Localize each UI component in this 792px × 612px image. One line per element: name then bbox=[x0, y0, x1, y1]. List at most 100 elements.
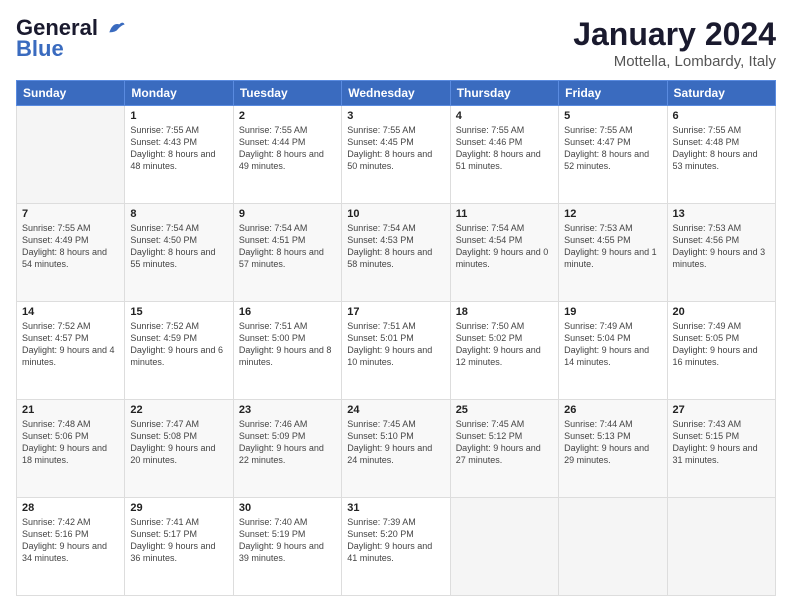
day-number: 31 bbox=[347, 502, 444, 514]
sunset-text: Sunset: 4:49 PM bbox=[22, 235, 89, 245]
daylight-text: Daylight: 9 hours and 4 minutes. bbox=[22, 345, 115, 367]
day-info: Sunrise: 7:54 AM Sunset: 4:50 PM Dayligh… bbox=[130, 222, 227, 271]
sunset-text: Sunset: 4:54 PM bbox=[456, 235, 523, 245]
day-number: 4 bbox=[456, 110, 553, 122]
calendar-header-tuesday: Tuesday bbox=[233, 81, 341, 106]
calendar-cell: 20 Sunrise: 7:49 AM Sunset: 5:05 PM Dayl… bbox=[667, 302, 775, 400]
daylight-text: Daylight: 8 hours and 58 minutes. bbox=[347, 247, 432, 269]
day-info: Sunrise: 7:54 AM Sunset: 4:54 PM Dayligh… bbox=[456, 222, 553, 271]
day-number: 13 bbox=[673, 208, 770, 220]
day-info: Sunrise: 7:46 AM Sunset: 5:09 PM Dayligh… bbox=[239, 418, 336, 467]
daylight-text: Daylight: 9 hours and 22 minutes. bbox=[239, 443, 324, 465]
calendar-cell: 23 Sunrise: 7:46 AM Sunset: 5:09 PM Dayl… bbox=[233, 400, 341, 498]
calendar-cell: 3 Sunrise: 7:55 AM Sunset: 4:45 PM Dayli… bbox=[342, 106, 450, 204]
day-info: Sunrise: 7:54 AM Sunset: 4:51 PM Dayligh… bbox=[239, 222, 336, 271]
daylight-text: Daylight: 9 hours and 24 minutes. bbox=[347, 443, 432, 465]
day-info: Sunrise: 7:55 AM Sunset: 4:43 PM Dayligh… bbox=[130, 124, 227, 173]
day-info: Sunrise: 7:49 AM Sunset: 5:05 PM Dayligh… bbox=[673, 320, 770, 369]
sunset-text: Sunset: 5:06 PM bbox=[22, 431, 89, 441]
calendar-cell: 24 Sunrise: 7:45 AM Sunset: 5:10 PM Dayl… bbox=[342, 400, 450, 498]
day-number: 26 bbox=[564, 404, 661, 416]
day-number: 30 bbox=[239, 502, 336, 514]
sunset-text: Sunset: 5:17 PM bbox=[130, 529, 197, 539]
sunrise-text: Sunrise: 7:42 AM bbox=[22, 517, 91, 527]
day-number: 17 bbox=[347, 306, 444, 318]
sunset-text: Sunset: 4:45 PM bbox=[347, 137, 414, 147]
logo: General Blue bbox=[16, 16, 126, 62]
day-number: 28 bbox=[22, 502, 119, 514]
day-number: 8 bbox=[130, 208, 227, 220]
calendar-table: SundayMondayTuesdayWednesdayThursdayFrid… bbox=[16, 80, 776, 596]
sunrise-text: Sunrise: 7:55 AM bbox=[130, 125, 199, 135]
calendar-cell: 17 Sunrise: 7:51 AM Sunset: 5:01 PM Dayl… bbox=[342, 302, 450, 400]
calendar-cell: 18 Sunrise: 7:50 AM Sunset: 5:02 PM Dayl… bbox=[450, 302, 558, 400]
day-number: 9 bbox=[239, 208, 336, 220]
calendar-week-row: 28 Sunrise: 7:42 AM Sunset: 5:16 PM Dayl… bbox=[17, 498, 776, 596]
calendar-header-saturday: Saturday bbox=[667, 81, 775, 106]
calendar-cell: 1 Sunrise: 7:55 AM Sunset: 4:43 PM Dayli… bbox=[125, 106, 233, 204]
day-info: Sunrise: 7:48 AM Sunset: 5:06 PM Dayligh… bbox=[22, 418, 119, 467]
daylight-text: Daylight: 9 hours and 20 minutes. bbox=[130, 443, 215, 465]
sunrise-text: Sunrise: 7:55 AM bbox=[673, 125, 742, 135]
sunset-text: Sunset: 4:48 PM bbox=[673, 137, 740, 147]
calendar-cell: 12 Sunrise: 7:53 AM Sunset: 4:55 PM Dayl… bbox=[559, 204, 667, 302]
page: General Blue January 2024 Mottella, Lomb… bbox=[0, 0, 792, 612]
sunrise-text: Sunrise: 7:45 AM bbox=[456, 419, 525, 429]
sunrise-text: Sunrise: 7:54 AM bbox=[456, 223, 525, 233]
daylight-text: Daylight: 9 hours and 18 minutes. bbox=[22, 443, 107, 465]
daylight-text: Daylight: 9 hours and 34 minutes. bbox=[22, 541, 107, 563]
daylight-text: Daylight: 8 hours and 55 minutes. bbox=[130, 247, 215, 269]
calendar-week-row: 1 Sunrise: 7:55 AM Sunset: 4:43 PM Dayli… bbox=[17, 106, 776, 204]
sunrise-text: Sunrise: 7:55 AM bbox=[22, 223, 91, 233]
daylight-text: Daylight: 9 hours and 41 minutes. bbox=[347, 541, 432, 563]
daylight-text: Daylight: 9 hours and 8 minutes. bbox=[239, 345, 332, 367]
day-info: Sunrise: 7:42 AM Sunset: 5:16 PM Dayligh… bbox=[22, 516, 119, 565]
day-number: 18 bbox=[456, 306, 553, 318]
calendar-header-thursday: Thursday bbox=[450, 81, 558, 106]
daylight-text: Daylight: 9 hours and 1 minute. bbox=[564, 247, 657, 269]
day-number: 22 bbox=[130, 404, 227, 416]
calendar-cell: 25 Sunrise: 7:45 AM Sunset: 5:12 PM Dayl… bbox=[450, 400, 558, 498]
day-number: 24 bbox=[347, 404, 444, 416]
daylight-text: Daylight: 9 hours and 29 minutes. bbox=[564, 443, 649, 465]
calendar-cell: 4 Sunrise: 7:55 AM Sunset: 4:46 PM Dayli… bbox=[450, 106, 558, 204]
sunset-text: Sunset: 5:20 PM bbox=[347, 529, 414, 539]
sunrise-text: Sunrise: 7:41 AM bbox=[130, 517, 199, 527]
sunset-text: Sunset: 5:02 PM bbox=[456, 333, 523, 343]
day-number: 15 bbox=[130, 306, 227, 318]
sunset-text: Sunset: 5:09 PM bbox=[239, 431, 306, 441]
sunrise-text: Sunrise: 7:53 AM bbox=[564, 223, 633, 233]
sunrise-text: Sunrise: 7:49 AM bbox=[564, 321, 633, 331]
calendar-cell: 29 Sunrise: 7:41 AM Sunset: 5:17 PM Dayl… bbox=[125, 498, 233, 596]
daylight-text: Daylight: 8 hours and 54 minutes. bbox=[22, 247, 107, 269]
day-info: Sunrise: 7:55 AM Sunset: 4:49 PM Dayligh… bbox=[22, 222, 119, 271]
header: General Blue January 2024 Mottella, Lomb… bbox=[16, 16, 776, 70]
calendar-cell: 9 Sunrise: 7:54 AM Sunset: 4:51 PM Dayli… bbox=[233, 204, 341, 302]
sunset-text: Sunset: 4:47 PM bbox=[564, 137, 631, 147]
logo-bird-icon bbox=[106, 19, 126, 39]
day-info: Sunrise: 7:53 AM Sunset: 4:56 PM Dayligh… bbox=[673, 222, 770, 271]
sunrise-text: Sunrise: 7:45 AM bbox=[347, 419, 416, 429]
calendar-header-monday: Monday bbox=[125, 81, 233, 106]
sunrise-text: Sunrise: 7:48 AM bbox=[22, 419, 91, 429]
day-number: 11 bbox=[456, 208, 553, 220]
day-number: 20 bbox=[673, 306, 770, 318]
calendar-header-wednesday: Wednesday bbox=[342, 81, 450, 106]
day-info: Sunrise: 7:47 AM Sunset: 5:08 PM Dayligh… bbox=[130, 418, 227, 467]
daylight-text: Daylight: 9 hours and 3 minutes. bbox=[673, 247, 766, 269]
day-info: Sunrise: 7:55 AM Sunset: 4:48 PM Dayligh… bbox=[673, 124, 770, 173]
calendar-header-friday: Friday bbox=[559, 81, 667, 106]
day-info: Sunrise: 7:51 AM Sunset: 5:00 PM Dayligh… bbox=[239, 320, 336, 369]
sunset-text: Sunset: 5:10 PM bbox=[347, 431, 414, 441]
calendar-cell: 10 Sunrise: 7:54 AM Sunset: 4:53 PM Dayl… bbox=[342, 204, 450, 302]
day-number: 16 bbox=[239, 306, 336, 318]
sunrise-text: Sunrise: 7:46 AM bbox=[239, 419, 308, 429]
calendar-cell: 6 Sunrise: 7:55 AM Sunset: 4:48 PM Dayli… bbox=[667, 106, 775, 204]
sunset-text: Sunset: 5:13 PM bbox=[564, 431, 631, 441]
title-block: January 2024 Mottella, Lombardy, Italy bbox=[573, 16, 776, 70]
day-number: 12 bbox=[564, 208, 661, 220]
daylight-text: Daylight: 9 hours and 27 minutes. bbox=[456, 443, 541, 465]
day-info: Sunrise: 7:54 AM Sunset: 4:53 PM Dayligh… bbox=[347, 222, 444, 271]
sunset-text: Sunset: 5:08 PM bbox=[130, 431, 197, 441]
day-number: 3 bbox=[347, 110, 444, 122]
